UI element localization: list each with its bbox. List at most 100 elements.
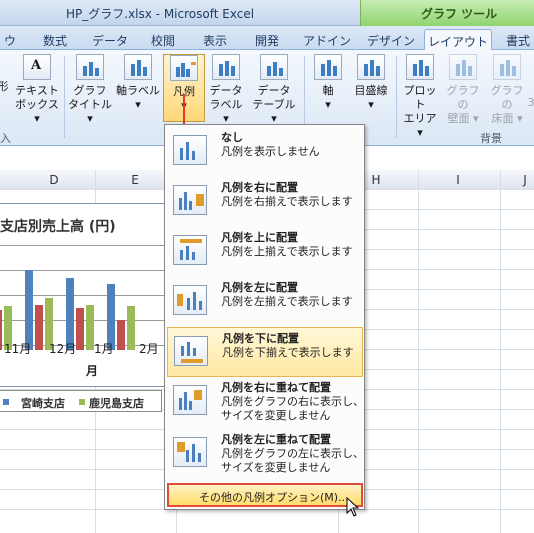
tab-addins[interactable]: アドイン bbox=[300, 29, 354, 50]
column-header-i[interactable]: I bbox=[418, 173, 498, 187]
chart-wall-icon bbox=[449, 54, 477, 80]
menu-item-right[interactable]: 凡例を右に配置 凡例を右揃えで表示します bbox=[167, 177, 363, 227]
menu-item-desc: 凡例を左揃えで表示します bbox=[221, 295, 353, 308]
menu-item-desc: 凡例をグラフの左に表示し、 サイズを変更しません bbox=[221, 447, 364, 475]
column-header-e[interactable]: E bbox=[110, 173, 160, 187]
textbox-label-2: ボックス ▾ bbox=[15, 98, 59, 125]
menu-item-desc-line2: サイズを変更しません bbox=[221, 461, 331, 474]
chart-wall-label-1: グラフの bbox=[446, 84, 480, 111]
gridline bbox=[0, 245, 166, 246]
x-tick-label: 1月 bbox=[94, 342, 114, 356]
menu-item-title: 凡例を左に重ねて配置 bbox=[221, 433, 331, 446]
context-tab-header: グラフ ツール bbox=[360, 0, 534, 26]
menu-item-desc: 凡例をグラフの右に表示し、 サイズを変更しません bbox=[221, 395, 364, 423]
textbox-label-1: テキスト bbox=[15, 84, 59, 97]
legend-overlay-left-icon bbox=[173, 437, 207, 467]
axis-label-icon bbox=[124, 54, 152, 80]
x-tick-label: 2月 bbox=[139, 342, 159, 356]
gridlines-button[interactable]: 目盛線 ▾ bbox=[350, 54, 392, 112]
menu-item-overlay-right[interactable]: 凡例を右に重ねて配置 凡例をグラフの右に表示し、 サイズを変更しません bbox=[167, 377, 364, 427]
chart-bar[interactable] bbox=[76, 308, 84, 350]
legend-none-icon bbox=[173, 135, 207, 165]
tab-data[interactable]: データ bbox=[90, 29, 130, 50]
3d-label: 3 bbox=[527, 96, 534, 109]
tab-format[interactable]: 書式 bbox=[502, 29, 534, 50]
legend-swatch bbox=[3, 399, 9, 405]
chart-bar[interactable] bbox=[127, 306, 135, 350]
plot-area-button[interactable]: プロット エリア ▾ bbox=[400, 54, 440, 140]
legend-swatch bbox=[79, 399, 85, 405]
tab-layout[interactable]: レイアウト bbox=[424, 29, 492, 51]
chart-bar[interactable] bbox=[86, 305, 94, 350]
shape-button-partial[interactable]: 形 bbox=[0, 80, 12, 94]
x-tick-label: 11月 bbox=[4, 342, 32, 356]
tab-formulas[interactable]: 数式 bbox=[38, 29, 72, 50]
menu-item-desc: 凡例を下揃えで表示します bbox=[222, 346, 354, 359]
more-legend-options[interactable]: その他の凡例オプション(M)... bbox=[167, 483, 363, 507]
menu-item-overlay-left[interactable]: 凡例を左に重ねて配置 凡例をグラフの左に表示し、 サイズを変更しません bbox=[167, 429, 364, 479]
chart-title-label-1: グラフ bbox=[73, 84, 107, 97]
mouse-pointer-icon bbox=[346, 497, 360, 517]
menu-item-bottom[interactable]: 凡例を下に配置 凡例を下揃えで表示します bbox=[167, 327, 363, 377]
data-label-button[interactable]: データ ラベル ▾ bbox=[206, 54, 246, 126]
chart-legend[interactable]: 宮崎支店 鹿児島支店 bbox=[0, 390, 162, 412]
menu-item-left[interactable]: 凡例を左に配置 凡例を左揃えで表示します bbox=[167, 277, 363, 327]
menu-item-title: なし bbox=[221, 131, 243, 144]
menu-item-desc: 凡例を右揃えで表示します bbox=[221, 195, 353, 208]
menu-item-desc-line1: 凡例をグラフの左に表示し、 bbox=[221, 447, 364, 460]
plot-area-icon bbox=[406, 54, 434, 80]
column-header-j[interactable]: J bbox=[500, 173, 534, 187]
chart-bar[interactable] bbox=[35, 305, 43, 350]
chart-bar[interactable] bbox=[117, 320, 125, 350]
tab-design[interactable]: デザイン bbox=[366, 29, 416, 50]
group-separator bbox=[64, 56, 65, 138]
tab-view[interactable]: 表示 bbox=[198, 29, 232, 50]
chart-title-label-2: タイトル ▾ bbox=[68, 98, 112, 125]
menu-item-none[interactable]: なし 凡例を表示しません bbox=[167, 127, 363, 177]
context-title: グラフ ツール bbox=[421, 7, 498, 21]
tab-page-layout[interactable]: ウト bbox=[0, 29, 20, 65]
chart-title[interactable]: 支店別売上高 (円) bbox=[0, 216, 116, 236]
axes-button[interactable]: 軸 ▾ bbox=[310, 54, 346, 112]
title-bar: HP_グラフ.xlsx - Microsoft Excel グラフ ツール bbox=[0, 0, 534, 26]
menu-item-title: 凡例を右に配置 bbox=[221, 181, 298, 194]
grid-line bbox=[418, 170, 419, 533]
plot-area-label-2: エリア ▾ bbox=[403, 112, 437, 139]
menu-item-desc-line1: 凡例をグラフの右に表示し、 bbox=[221, 395, 364, 408]
plot-area[interactable] bbox=[0, 245, 166, 350]
textbox-icon: A bbox=[23, 54, 51, 80]
chart-floor-label-1: グラフの bbox=[490, 84, 524, 111]
textbox-button[interactable]: A テキスト ボックス ▾ bbox=[14, 54, 60, 126]
legend-right-icon bbox=[173, 185, 207, 215]
legend-left-icon bbox=[173, 285, 207, 315]
axes-label-1: 軸 bbox=[322, 84, 334, 97]
legend-item-kagoshima: 鹿児島支店 bbox=[89, 397, 144, 410]
data-table-icon bbox=[260, 54, 288, 80]
chart-wall-label-2: 壁面 ▾ bbox=[447, 112, 479, 125]
tab-developer[interactable]: 開発 bbox=[250, 29, 284, 50]
legend-bottom-icon bbox=[174, 336, 208, 366]
data-label-label-1: データ bbox=[209, 84, 243, 97]
axis-label-button[interactable]: 軸ラベル ▾ bbox=[116, 54, 160, 112]
axis-label-label-1: 軸ラベル bbox=[116, 84, 160, 97]
gridlines-icon bbox=[357, 54, 385, 80]
data-table-button[interactable]: データ テーブル ▾ bbox=[248, 54, 300, 126]
chart-bar[interactable] bbox=[0, 310, 2, 350]
menu-item-top[interactable]: 凡例を上に配置 凡例を上揃えで表示します bbox=[167, 227, 363, 277]
legend-dropdown-menu: なし 凡例を表示しません 凡例を右に配置 凡例を右揃えで表示します 凡例を上に配… bbox=[164, 124, 365, 510]
ribbon-tabs: ウト 数式 データ 校閲 表示 開発 アドイン デザイン レイアウト 書式 bbox=[0, 26, 534, 76]
menu-item-title: 凡例を下に配置 bbox=[222, 332, 299, 345]
menu-item-title: 凡例を右に重ねて配置 bbox=[221, 381, 331, 394]
chart-bar[interactable] bbox=[25, 270, 33, 350]
menu-item-title: 凡例を左に配置 bbox=[221, 281, 298, 294]
chart-title-button[interactable]: グラフ タイトル ▾ bbox=[68, 54, 112, 126]
column-header-d[interactable]: D bbox=[32, 173, 76, 187]
embedded-chart[interactable]: 支店別売上高 (円) 月 11月 12月 1月 2月 bbox=[0, 203, 166, 387]
x-axis-title[interactable]: 月 bbox=[86, 362, 98, 379]
chart-floor-button[interactable]: グラフの 床面 ▾ bbox=[486, 54, 528, 126]
chart-wall-button[interactable]: グラフの 壁面 ▾ bbox=[442, 54, 484, 126]
axis-label-label-2: ▾ bbox=[135, 98, 141, 111]
tab-review[interactable]: 校閲 bbox=[148, 29, 178, 50]
3d-rotation-button-partial[interactable]: 3 bbox=[526, 96, 534, 110]
menu-item-title: 凡例を上に配置 bbox=[221, 231, 298, 244]
